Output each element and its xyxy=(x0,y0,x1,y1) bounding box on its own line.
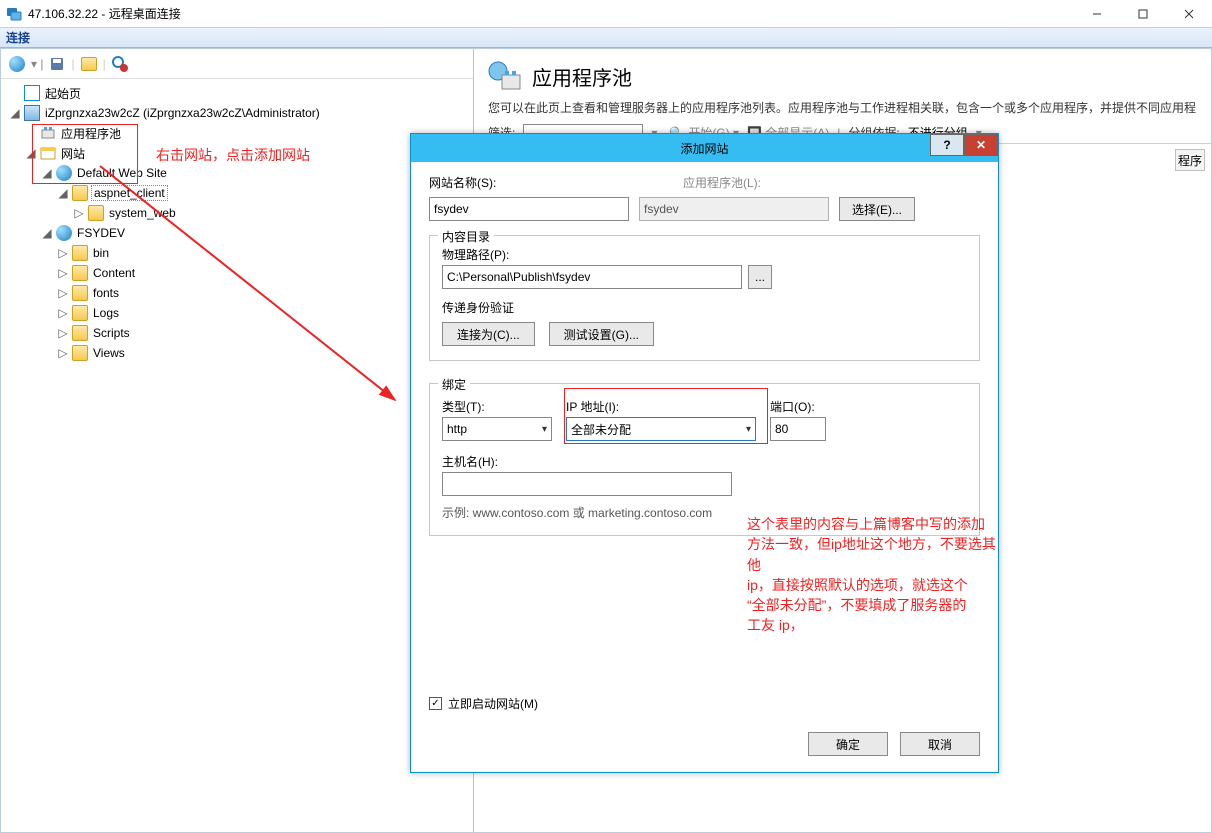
port-label: 端口(O): xyxy=(770,398,826,415)
tree-fsydev-site[interactable]: ◢FSYDEV xyxy=(5,223,473,243)
tree-system-web[interactable]: ▷system_web xyxy=(5,203,473,223)
tree-bin[interactable]: ▷bin xyxy=(5,243,473,263)
detail-tab[interactable]: 程序 xyxy=(1175,149,1205,171)
connection-bar: 连接 xyxy=(0,28,1212,48)
minimize-button[interactable] xyxy=(1074,0,1120,28)
folder-icon[interactable] xyxy=(79,54,99,74)
startpage-icon xyxy=(24,85,40,101)
content-title: 应用程序池 xyxy=(532,62,632,91)
folder-icon xyxy=(72,305,88,321)
physical-path-label: 物理路径(P): xyxy=(442,246,967,263)
autostart-label: 立即启动网站(M) xyxy=(448,695,538,712)
content-description: 您可以在此页上查看和管理服务器上的应用程序池列表。应用程序池与工作进程相关联，包… xyxy=(474,99,1211,122)
browse-button[interactable]: ... xyxy=(748,265,772,289)
connection-label: 连接 xyxy=(6,29,30,46)
tree-views[interactable]: ▷Views xyxy=(5,343,473,363)
left-toolbar: ▾ | | | xyxy=(1,49,473,79)
tree-aspnet-client[interactable]: ◢aspnet_client xyxy=(5,183,473,203)
folder-icon xyxy=(72,325,88,341)
apppool-input xyxy=(639,197,829,221)
content-header: 应用程序池 xyxy=(474,49,1211,99)
test-settings-button[interactable]: 测试设置(G)... xyxy=(549,322,654,346)
sitename-label: 网站名称(S): xyxy=(429,174,639,191)
content-directory-group: 内容目录 物理路径(P): ... 传递身份验证 连接为(C)... 测试设置(… xyxy=(429,235,980,361)
dialog-titlebar: 添加网站 ? ✕ xyxy=(411,134,998,162)
folder-icon xyxy=(72,345,88,361)
save-icon[interactable] xyxy=(47,54,67,74)
folder-icon xyxy=(72,285,88,301)
dialog-help-button[interactable]: ? xyxy=(930,134,964,156)
type-label: 类型(T): xyxy=(442,398,552,415)
close-button[interactable] xyxy=(1166,0,1212,28)
window-title: 47.106.32.22 - 远程桌面连接 xyxy=(28,5,181,22)
autostart-row[interactable]: ✓ 立即启动网站(M) xyxy=(429,695,538,712)
tree-server-node[interactable]: ◢iZprgnzxa23w2cZ (iZprgnzxa23w2cZ\Admini… xyxy=(5,103,473,123)
select-apppool-button[interactable]: 选择(E)... xyxy=(839,197,915,221)
connections-tree[interactable]: 起始页 ◢iZprgnzxa23w2cZ (iZprgnzxa23w2cZ\Ad… xyxy=(1,79,473,832)
ok-button[interactable]: 确定 xyxy=(808,732,888,756)
folder-icon xyxy=(72,185,88,201)
connect-as-button[interactable]: 连接为(C)... xyxy=(442,322,535,346)
annotation-box-sites xyxy=(32,124,138,184)
port-input[interactable] xyxy=(770,417,826,441)
tree-content[interactable]: ▷Content xyxy=(5,263,473,283)
tree-scripts[interactable]: ▷Scripts xyxy=(5,323,473,343)
sitename-input[interactable] xyxy=(429,197,629,221)
rdp-icon xyxy=(6,6,22,22)
window-buttons xyxy=(1074,0,1212,28)
maximize-button[interactable] xyxy=(1120,0,1166,28)
stop-site-icon[interactable] xyxy=(110,54,130,74)
apppool-large-icon xyxy=(488,59,522,93)
tree-start-page[interactable]: 起始页 xyxy=(5,83,473,103)
tree-fonts[interactable]: ▷fonts xyxy=(5,283,473,303)
nav-world-icon[interactable] xyxy=(7,54,27,74)
annotation-box-ip xyxy=(564,388,768,444)
type-select[interactable]: http▾ xyxy=(442,417,552,441)
binding-group-title: 绑定 xyxy=(438,376,470,393)
folder-icon xyxy=(88,205,104,221)
autostart-checkbox[interactable]: ✓ xyxy=(429,697,442,710)
folder-icon xyxy=(72,265,88,281)
add-website-dialog: 添加网站 ? ✕ 网站名称(S): 应用程序池(L): 选择(E)... 内容目… xyxy=(410,133,999,773)
annotation-text-1: 右击网站，点击添加网站 xyxy=(156,145,310,165)
pass-auth-label: 传递身份验证 xyxy=(442,299,967,316)
host-input[interactable] xyxy=(442,472,732,496)
server-icon xyxy=(24,105,40,121)
folder-icon xyxy=(72,245,88,261)
window-titlebar: 47.106.32.22 - 远程桌面连接 xyxy=(0,0,1212,28)
dialog-title: 添加网站 xyxy=(680,140,728,157)
dialog-footer: 确定 取消 xyxy=(808,732,980,756)
dialog-close-button[interactable]: ✕ xyxy=(964,134,998,156)
annotation-text-2: 这个表里的内容与上篇博客中写的添加 方法一致，但ip地址这个地方，不要选其他 i… xyxy=(747,514,1007,636)
content-group-title: 内容目录 xyxy=(438,228,494,245)
tree-logs[interactable]: ▷Logs xyxy=(5,303,473,323)
apppool-label: 应用程序池(L): xyxy=(683,174,761,191)
physical-path-input[interactable] xyxy=(442,265,742,289)
dialog-body: 网站名称(S): 应用程序池(L): 选择(E)... 内容目录 物理路径(P)… xyxy=(411,162,998,548)
host-label: 主机名(H): xyxy=(442,453,967,470)
globe-icon xyxy=(56,225,72,241)
cancel-button[interactable]: 取消 xyxy=(900,732,980,756)
